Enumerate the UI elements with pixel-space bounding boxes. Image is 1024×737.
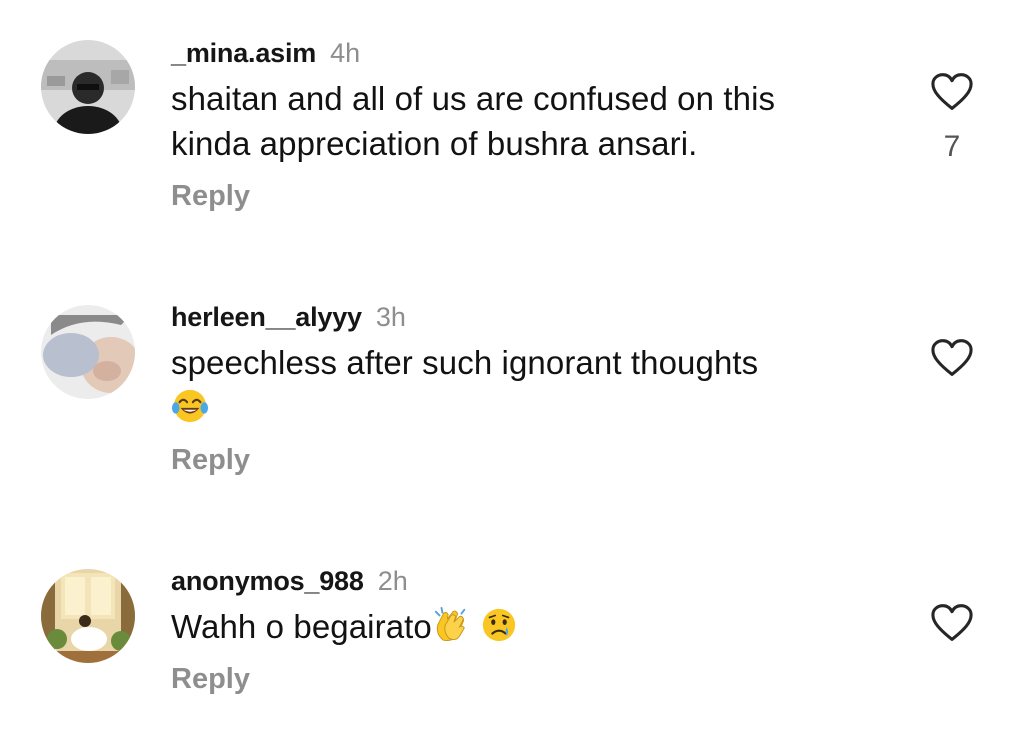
comment-item: _mina.asim 4h shaitan and all of us are … [0,0,1024,250]
like-button[interactable] [930,72,974,112]
reply-button[interactable]: Reply [171,444,891,477]
comment-item: herleen__alyyy 3h speechless after such … [0,250,1024,520]
comment-meta: herleen__alyyy 3h [171,300,891,334]
comment-text-line: Wahh o begairato [171,608,432,645]
heart-outline-icon [931,73,973,110]
username[interactable]: herleen__alyyy [171,300,362,334]
like-button[interactable] [930,603,974,643]
comment-emoji-line [171,385,891,430]
clapping-hands-icon [432,606,470,644]
comment-text: shaitan and all of us are confused on th… [171,76,891,166]
comment-item: anonymos_988 2h Wahh o begairato Reply [0,520,1024,737]
heart-outline-icon [931,604,973,641]
like-button[interactable] [930,338,974,378]
comment-body: herleen__alyyy 3h speechless after such … [171,300,891,477]
comment-text-line: kinda appreciation of bushra ansari. [171,125,698,162]
timestamp: 4h [330,38,361,68]
comment-text-line: speechless after such ignorant thoughts [171,344,759,381]
reply-button[interactable]: Reply [171,180,891,213]
avatar-image [41,305,135,399]
username[interactable]: anonymos_988 [171,564,364,598]
timestamp: 2h [377,566,408,596]
crying-face-icon [480,606,518,644]
heart-outline-icon [931,339,973,376]
comment-text: Wahh o begairato [171,604,891,649]
comment-text-line: shaitan and all of us are confused on th… [171,80,776,117]
username[interactable]: _mina.asim [171,36,316,70]
timestamp: 3h [375,302,406,332]
avatar-image [41,40,135,134]
avatar[interactable] [41,305,135,399]
comment-text: speechless after such ignorant thoughts [171,340,891,430]
comment-body: _mina.asim 4h shaitan and all of us are … [171,36,891,213]
avatar[interactable] [41,40,135,134]
comment-body: anonymos_988 2h Wahh o begairato Reply [171,564,891,696]
reply-button[interactable]: Reply [171,663,891,696]
comment-meta: _mina.asim 4h [171,36,891,70]
avatar-image [41,569,135,663]
like-count: 7 [943,130,961,163]
comment-meta: anonymos_988 2h [171,564,891,598]
face-with-tears-of-joy-icon [171,387,209,425]
avatar[interactable] [41,569,135,663]
